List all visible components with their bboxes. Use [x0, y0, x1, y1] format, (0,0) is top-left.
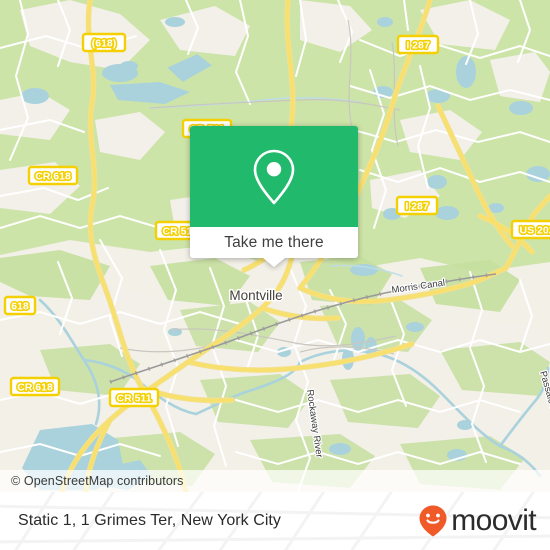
place-labels: Montville [228, 287, 284, 305]
moovit-logo[interactable]: moovit [418, 504, 537, 538]
road-shield-label: US 202 [519, 225, 550, 237]
map-screenshot: (618)CR 511CR 618CR 511618CR 618CR 511I … [0, 0, 550, 550]
road-shield-label: I 287 [406, 40, 430, 52]
road-shield-label: CR 511 [116, 393, 151, 405]
road-shield-label: 618 [11, 301, 29, 313]
card-action-label: Take me there [224, 233, 324, 251]
road-shield-label: CR 618 [17, 382, 53, 394]
road-shield-label: CR 618 [35, 171, 71, 183]
card-action[interactable]: Take me there [190, 227, 358, 267]
road-shield: I 287 [395, 195, 439, 216]
map-attribution[interactable]: © OpenStreetMap contributors [0, 470, 550, 492]
road-shield: US 202 [510, 219, 550, 240]
footer-bar: Static 1, 1 Grimes Ter, New York City mo… [0, 492, 550, 550]
card-pointer [263, 258, 285, 267]
map-pin-icon [253, 149, 295, 204]
address-label: Static 1, 1 Grimes Ter, New York City [18, 512, 281, 529]
road-shield: I 287 [396, 34, 440, 55]
moovit-wordmark: moovit [451, 504, 536, 537]
take-me-there-card[interactable]: Take me there [190, 126, 358, 267]
road-shield: CR 618 [27, 165, 79, 186]
attribution-text: © OpenStreetMap contributors [11, 474, 184, 488]
road-shield-label: (618) [92, 38, 117, 50]
card-pin-area [190, 126, 358, 227]
road-shield-label: I 287 [405, 201, 429, 213]
road-shield: CR 511 [108, 387, 160, 408]
road-shield: 618 [3, 295, 37, 316]
road-shield: (618) [81, 32, 127, 53]
moovit-smiley-pin-icon [419, 505, 447, 537]
road-shield: CR 618 [9, 376, 61, 397]
place-label: Montville [229, 288, 282, 303]
